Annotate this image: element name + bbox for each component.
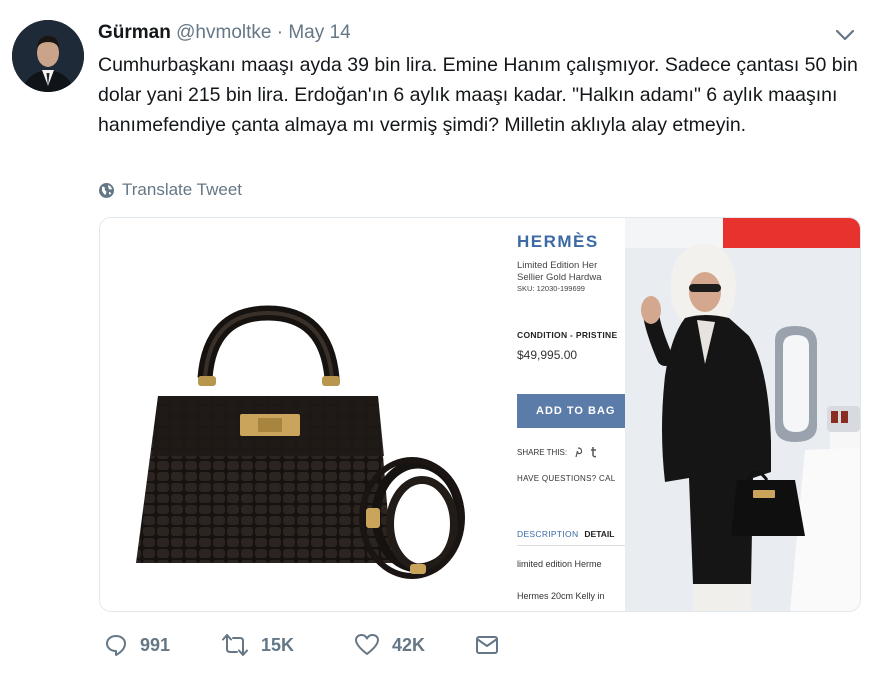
product-title-line1: Limited Edition Her: [517, 260, 598, 271]
like-count: 42K: [392, 634, 426, 655]
direct-message-button[interactable]: [475, 634, 499, 656]
product-price: $49,995.00: [517, 348, 578, 362]
product-title-line2: Sellier Gold Hardwa: [517, 272, 602, 283]
tweet-date[interactable]: May 14: [288, 22, 350, 43]
globe-icon: [99, 182, 114, 198]
product-page-screenshot: HERMÈS Limited Edition Her Sellier Gold …: [100, 218, 625, 611]
product-info-panel: HERMÈS Limited Edition Her Sellier Gold …: [505, 218, 625, 611]
retweet-count: 15K: [261, 634, 295, 655]
tweet-media[interactable]: HERMÈS Limited Edition Her Sellier Gold …: [99, 217, 861, 612]
add-to-bag-button: ADD TO BAG: [517, 394, 625, 428]
tweet-text: Cumhurbaşkanı maaşı ayda 39 bin lira. Em…: [98, 54, 858, 136]
tweet-actions: 991 15K 42K: [104, 633, 499, 657]
divider: [517, 545, 625, 546]
separator-dot: ·: [276, 22, 284, 43]
description-line2: Hermes 20cm Kelly in: [517, 591, 605, 601]
tweet-header: Gürman @hvmoltke · May 14: [98, 20, 351, 46]
tab-details: DETAIL: [584, 529, 615, 539]
product-tabs: DESCRIPTION DETAIL: [517, 529, 614, 539]
author-name[interactable]: Gürman: [98, 22, 171, 43]
product-condition: CONDITION - PRISTINE: [517, 330, 618, 340]
envelope-icon: [476, 636, 498, 654]
retweet-button[interactable]: 15K: [221, 633, 354, 657]
avatar-image: [12, 20, 84, 92]
avatar[interactable]: [12, 20, 84, 92]
retweet-icon: [222, 634, 248, 656]
tab-description: DESCRIPTION: [517, 529, 579, 539]
heart-icon: [355, 634, 379, 655]
reply-button[interactable]: 991: [104, 633, 221, 657]
chevron-down-icon[interactable]: [832, 22, 858, 48]
have-questions: HAVE QUESTIONS? CAL: [517, 474, 616, 483]
brand-logo: HERMÈS: [517, 232, 599, 251]
author-handle[interactable]: @hvmoltke: [176, 22, 271, 43]
translate-tweet-link[interactable]: Translate Tweet: [98, 180, 242, 200]
share-label: SHARE THIS:: [517, 447, 568, 457]
photo-woman-with-bag: [625, 218, 860, 611]
reply-count: 991: [140, 634, 171, 655]
tweet: Gürman @hvmoltke · May 14 Cumhurbaşkanı …: [0, 0, 887, 683]
description-line1: limited edition Herme: [517, 559, 602, 569]
woman-photo-image: [625, 218, 860, 611]
product-sku: SKU: 12030-199699: [517, 284, 585, 293]
like-button[interactable]: 42K: [354, 633, 475, 657]
share-row: SHARE THIS:: [517, 446, 599, 458]
reply-icon: [106, 635, 126, 656]
tumblr-icon: [591, 447, 597, 458]
translate-label: Translate Tweet: [122, 180, 243, 199]
pinterest-icon: [575, 447, 583, 458]
handbag-image: [136, 305, 465, 579]
